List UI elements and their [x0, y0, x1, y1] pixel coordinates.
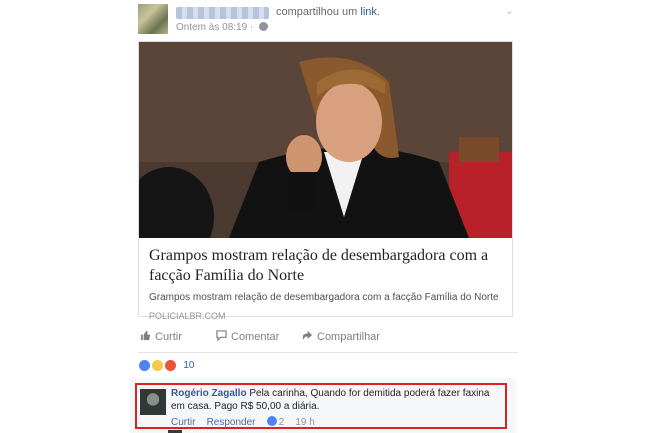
post-actions: Curtir Comentar Compartilhar — [138, 330, 518, 348]
link-title[interactable]: Grampos mostram relação de desembargador… — [149, 246, 504, 286]
shared-line: compartilhou um link. — [276, 6, 380, 18]
comment-author[interactable]: Rogério Zagallo — [171, 388, 247, 399]
comment-like-link[interactable]: Curtir — [171, 417, 195, 428]
globe-icon — [259, 22, 269, 31]
comment-footer: Curtir Responder 2 19 h — [171, 416, 315, 428]
post-timestamp[interactable]: Ontem às 08:19 · — [176, 22, 253, 33]
link-description: Grampos mostram relação de desembargador… — [149, 292, 499, 303]
author-avatar[interactable] — [138, 4, 168, 34]
comment-button[interactable]: Comentar — [216, 330, 279, 343]
post-header: compartilhou um link. Ontem às 08:19 · ⌄ — [138, 4, 518, 36]
share-label: Compartilhar — [317, 331, 380, 343]
comment-label: Comentar — [231, 331, 280, 343]
shared-link[interactable]: link — [360, 6, 377, 18]
comment-like-icon — [266, 416, 277, 426]
chevron-down-icon[interactable]: ⌄ — [505, 4, 514, 17]
share-button[interactable]: Compartilhar — [302, 330, 380, 343]
highlighted-comment: Rogério Zagallo Pela carinha, Quando for… — [135, 383, 507, 429]
comment-likes-count[interactable]: 2 — [279, 417, 285, 428]
divider — [138, 352, 518, 353]
share-icon — [302, 330, 313, 341]
feed-post: compartilhou um link. Ontem às 08:19 · ⌄ — [126, 0, 520, 433]
like-icon — [138, 359, 151, 372]
reactions-count: 10 — [183, 360, 195, 371]
comment-icon — [216, 330, 227, 341]
thumbs-up-icon — [140, 330, 151, 341]
link-domain: POLICIALBR.COM — [149, 311, 226, 321]
comment-time[interactable]: 19 h — [295, 417, 314, 428]
link-preview-text: Grampos mostram relação de desembargador… — [149, 246, 504, 321]
link-preview-card[interactable]: Grampos mostram relação de desembargador… — [138, 41, 513, 321]
wow-icon — [150, 359, 164, 372]
shared-text: compartilhou um — [276, 6, 358, 18]
angry-icon — [163, 359, 177, 372]
comment-body: Rogério Zagallo Pela carinha, Quando for… — [171, 387, 503, 413]
blurred-author-name[interactable] — [176, 7, 269, 19]
commenter-avatar[interactable] — [140, 389, 166, 415]
post-meta: Ontem às 08:19 · — [176, 22, 269, 33]
comment-reply-link[interactable]: Responder — [207, 417, 256, 428]
like-button[interactable]: Curtir — [140, 330, 182, 343]
shared-suffix: . — [376, 6, 380, 18]
link-preview-image[interactable] — [139, 42, 512, 238]
like-label: Curtir — [155, 331, 182, 343]
reactions-summary[interactable]: 10 — [138, 359, 194, 375]
judge-photo — [139, 42, 512, 238]
